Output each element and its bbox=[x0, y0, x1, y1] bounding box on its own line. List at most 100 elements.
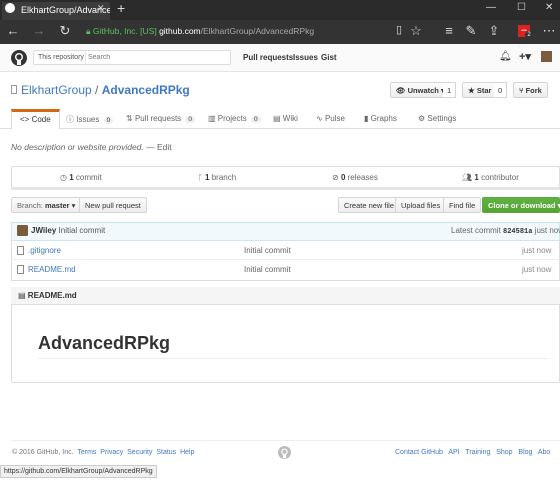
create-new-plus-icon[interactable]: +▾ bbox=[519, 50, 531, 63]
notifications-bell-icon[interactable]: 🔔︎ bbox=[499, 51, 512, 62]
url-path: /ElkhartGroup/AdvancedRPkg bbox=[200, 26, 315, 36]
maximize-icon[interactable]: ☐ bbox=[517, 2, 526, 13]
contributors-summary[interactable]: 👥︎ 1 contributor bbox=[462, 173, 519, 182]
wiki-book-icon: ▤ bbox=[273, 114, 281, 123]
file-age: just now bbox=[522, 246, 552, 255]
tab-projects[interactable]: ▥ Projects 0 bbox=[200, 109, 269, 130]
commit-author-avatar[interactable] bbox=[17, 225, 28, 236]
browser-tab[interactable]: ElkhartGroup/Advancec bbox=[2, 2, 110, 20]
footer-link-api[interactable]: API bbox=[448, 449, 459, 456]
releases-label: releases bbox=[347, 173, 378, 182]
window-close-icon[interactable]: ✕ bbox=[545, 2, 553, 13]
branch-prefix: Branch: bbox=[17, 201, 43, 210]
latest-commit-label: Latest commit bbox=[451, 226, 501, 235]
file-age: just now bbox=[522, 265, 552, 274]
footer-link-help[interactable]: Help bbox=[180, 449, 194, 456]
reading-view-icon[interactable]: ▯ bbox=[390, 23, 408, 36]
forward-arrow-icon[interactable]: → bbox=[30, 23, 48, 38]
footer-link-blog[interactable]: Blog bbox=[518, 449, 532, 456]
share-icon[interactable]: ⇪ bbox=[485, 23, 503, 39]
header-link-gist[interactable]: Gist bbox=[321, 53, 337, 62]
commits-summary[interactable]: ◷ 1 commit bbox=[60, 173, 102, 182]
tab-settings[interactable]: ⚙ Settings bbox=[410, 109, 464, 130]
tab-issues[interactable]: ⓘ Issues 0 bbox=[58, 109, 121, 130]
releases-summary[interactable]: ⊘ 0 releases bbox=[332, 173, 378, 182]
github-favicon-icon bbox=[5, 3, 15, 13]
repo-owner-link[interactable]: ElkhartGroup bbox=[21, 83, 92, 97]
file-name-link[interactable]: README.md bbox=[28, 265, 76, 274]
tab-code-label: Code bbox=[31, 115, 51, 124]
commit-sha[interactable]: 824581a bbox=[503, 228, 532, 236]
address-bar[interactable]: 🔒︎ GitHub, Inc. [US] github.com/ElkhartG… bbox=[86, 23, 386, 39]
clone-download-button[interactable]: Clone or download ▾ bbox=[482, 197, 560, 213]
site-identity: GitHub, Inc. [US] bbox=[92, 26, 157, 36]
tab-issues-label: Issues bbox=[76, 115, 100, 124]
branch-icon: ᚴ bbox=[198, 173, 203, 182]
repo-title-separator: / bbox=[95, 83, 99, 97]
minimize-icon[interactable]: — bbox=[486, 2, 496, 13]
tab-pulse[interactable]: ∿ Pulse bbox=[308, 109, 353, 130]
branch-select-button[interactable]: Branch: master ▾ bbox=[11, 197, 82, 213]
pull-request-icon: ⇅ bbox=[126, 114, 133, 123]
footer-right: Contact GitHub API Training Shop Blog Ab… bbox=[395, 449, 550, 456]
tab-pull-requests[interactable]: ⇅ Pull requests 0 bbox=[118, 109, 203, 130]
create-new-file-button[interactable]: Create new file bbox=[338, 197, 401, 213]
github-logo-icon[interactable] bbox=[11, 50, 27, 66]
gear-icon: ⚙ bbox=[418, 114, 426, 123]
search-input[interactable] bbox=[88, 52, 228, 63]
search-scope-label: This repository bbox=[34, 51, 86, 64]
file-commit-message[interactable]: Initial commit bbox=[244, 246, 291, 255]
header-link-pull-requests[interactable]: Pull requests bbox=[243, 53, 293, 62]
footer-link-terms[interactable]: Terms bbox=[77, 449, 96, 456]
web-note-icon[interactable]: ✎ bbox=[462, 23, 480, 39]
fork-label: Fork bbox=[525, 86, 542, 95]
more-menu-icon[interactable]: ⋯ bbox=[540, 23, 558, 39]
find-file-button[interactable]: Find file bbox=[443, 197, 482, 213]
releases-count: 0 bbox=[340, 173, 346, 182]
github-mark-icon[interactable] bbox=[278, 446, 291, 459]
clone-label: Clone or download bbox=[488, 201, 556, 210]
commit-message[interactable]: Initial commit bbox=[59, 226, 106, 235]
footer-copyright: © 2016 GitHub, Inc. bbox=[12, 449, 74, 456]
footer-link-status[interactable]: Status bbox=[156, 449, 176, 456]
footer-link-security[interactable]: Security bbox=[127, 449, 152, 456]
watch-count[interactable]: 1 bbox=[443, 82, 457, 98]
star-label: Star bbox=[476, 86, 492, 95]
file-commit-message[interactable]: Initial commit bbox=[244, 265, 291, 274]
branches-label: branch bbox=[211, 173, 237, 182]
file-name-link[interactable]: .gitignore bbox=[28, 246, 61, 255]
new-pull-request-button[interactable]: New pull request bbox=[79, 197, 147, 213]
commit-author[interactable]: JWiley bbox=[31, 226, 56, 235]
refresh-icon[interactable]: ↻ bbox=[56, 23, 74, 39]
repo-name-link[interactable]: AdvancedRPkg bbox=[102, 83, 190, 97]
people-icon: 👥︎ bbox=[462, 173, 473, 182]
description-edit-link[interactable]: Edit bbox=[157, 142, 172, 152]
watch-button[interactable]: 👁︎ Unwatch ▾ bbox=[390, 82, 451, 98]
commits-count: 1 bbox=[69, 173, 74, 182]
footer-link-privacy[interactable]: Privacy bbox=[100, 449, 123, 456]
readme-title: AdvancedRPkg bbox=[38, 333, 171, 353]
footer-link-training[interactable]: Training bbox=[465, 449, 490, 456]
tab-close-icon[interactable]: ✕ bbox=[97, 3, 105, 14]
new-tab-icon[interactable]: + bbox=[117, 0, 125, 16]
footer-link-shop[interactable]: Shop bbox=[496, 449, 512, 456]
hub-icon[interactable]: ≡ bbox=[440, 23, 458, 38]
back-arrow-icon[interactable]: ← bbox=[4, 23, 22, 38]
tag-icon: ⊘ bbox=[332, 173, 339, 182]
tab-wiki[interactable]: ▤ Wiki bbox=[265, 109, 306, 130]
tab-wiki-label: Wiki bbox=[282, 114, 298, 123]
fork-button[interactable]: ⑂ Fork bbox=[513, 82, 548, 98]
user-avatar[interactable] bbox=[541, 51, 552, 62]
search-box[interactable]: This repository bbox=[33, 50, 231, 65]
header-link-issues[interactable]: Issues bbox=[293, 53, 318, 62]
footer-link-contact[interactable]: Contact GitHub bbox=[395, 449, 443, 456]
footer-link-about[interactable]: Abo bbox=[538, 449, 550, 456]
watch-label: Unwatch bbox=[407, 86, 439, 95]
favorite-star-icon[interactable]: ☆ bbox=[407, 23, 425, 39]
branches-summary[interactable]: ᚴ 1 branch bbox=[198, 173, 236, 182]
tab-code[interactable]: <> Code bbox=[11, 109, 60, 130]
star-button[interactable]: ★ Star bbox=[462, 82, 498, 98]
star-count[interactable]: 0 bbox=[494, 82, 508, 98]
tab-graphs[interactable]: ▮ Graphs bbox=[356, 109, 405, 130]
upload-files-button[interactable]: Upload files bbox=[395, 197, 447, 213]
